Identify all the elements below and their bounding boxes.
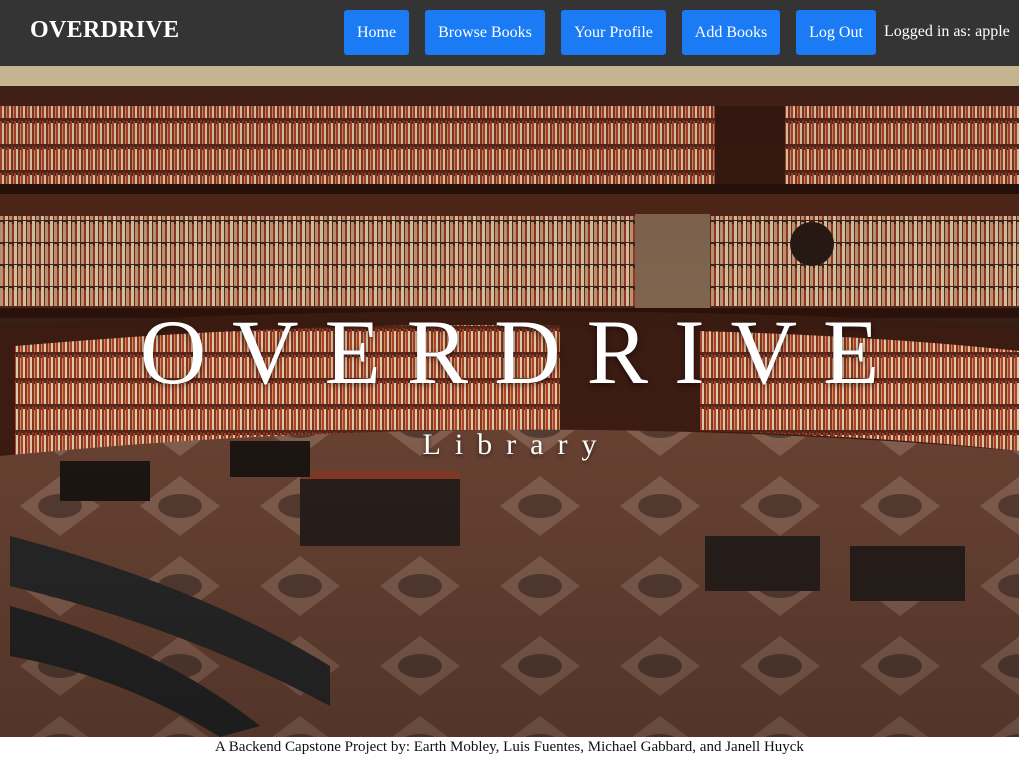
add-books-button[interactable]: Add Books: [682, 10, 780, 55]
log-out-button[interactable]: Log Out: [796, 10, 876, 55]
hero-title: OVERDRIVE: [139, 301, 906, 403]
brand-logo[interactable]: OVERDRIVE: [30, 17, 179, 44]
hero-banner: OVERDRIVE Library: [0, 66, 1019, 737]
page-footer: A Backend Capstone Project by: Earth Mob…: [0, 737, 1019, 764]
top-navbar: OVERDRIVE Home Browse Books Your Profile…: [0, 0, 1019, 66]
hero-subtitle: Library: [422, 428, 611, 461]
footer-credits: A Backend Capstone Project by: Earth Mob…: [215, 739, 804, 755]
your-profile-button[interactable]: Your Profile: [561, 10, 666, 55]
home-button[interactable]: Home: [344, 10, 409, 55]
browse-books-button[interactable]: Browse Books: [425, 10, 545, 55]
login-status: Logged in as: apple: [884, 23, 1010, 40]
